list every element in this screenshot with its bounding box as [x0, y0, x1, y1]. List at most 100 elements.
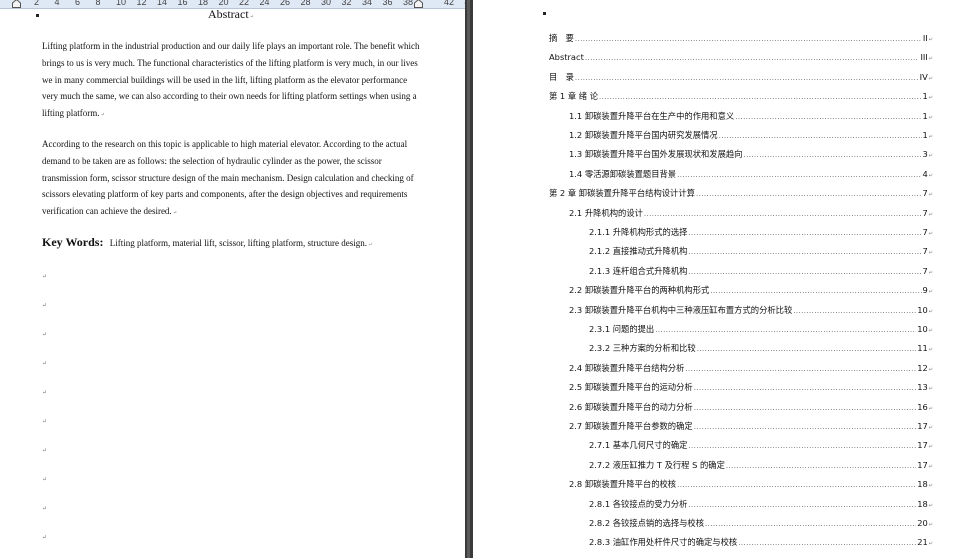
ruler-number: 20 — [218, 0, 229, 7]
toc-entry-page: 20 — [917, 518, 928, 528]
toc-entry[interactable]: 2.2 卸碳装置升降平台的两种机构形式.....................… — [569, 283, 933, 297]
toc-dot-leader: ........................................… — [643, 209, 922, 218]
toc-entry[interactable]: 2.1 升降机构的设计.............................… — [569, 206, 933, 220]
toc-entry[interactable]: 2.3.1 问题的提出.............................… — [589, 322, 933, 336]
abstract-paragraph-1[interactable]: Lifting platform in the industrial produ… — [42, 38, 422, 125]
toc-entry[interactable]: 1.1 卸碳装置升降平台在生产中的作用和意义..................… — [569, 109, 933, 123]
toc-entry[interactable]: 2.7.2 液压缸推力 T 及行程 S 的确定.................… — [589, 458, 933, 472]
toc-entry-title: 1.3 卸碳装置升降平台国外发展现状和发展趋向 — [569, 149, 743, 160]
toc-entry-title: Abstract — [549, 52, 584, 63]
keywords-label: Key Words: — [42, 235, 104, 249]
toc-entry-title: 2.6 卸碳装置升降平台的动力分析 — [569, 401, 693, 412]
toc-entry-page: 17 — [917, 440, 928, 451]
right-indent-marker-icon[interactable] — [414, 0, 423, 8]
toc-entry[interactable]: 第 1 章 绪 论...............................… — [549, 89, 933, 103]
toc-entry-page: 7 — [922, 227, 928, 237]
toc-entry[interactable]: 目 录.....................................… — [549, 70, 933, 84]
toc-dot-leader: ........................................… — [793, 306, 916, 315]
paragraph-mark: ↵ — [928, 269, 933, 276]
toc-entry-title: 2.8 卸碳装置升降平台的校核 — [569, 479, 677, 490]
toc-entry[interactable]: 2.8.1 各铰接点的受力分析.........................… — [589, 497, 933, 511]
toc-entry-page: 12 — [917, 362, 928, 373]
ruler-number: 16 — [177, 0, 188, 7]
toc-dot-leader: ........................................… — [718, 132, 922, 140]
toc-entry[interactable]: 2.1.1 升降机构形式的选择.........................… — [589, 225, 933, 239]
toc-entry-page: 1 — [922, 110, 928, 121]
toc-entry[interactable]: 1.2 卸碳装置升降平台国内研究发展情况....................… — [569, 128, 933, 142]
toc-entry-page: 17 — [917, 421, 928, 431]
toc-entry[interactable]: 2.4 卸碳装置升降平台结构分析........................… — [569, 361, 933, 375]
ruler-number: 18 — [198, 0, 209, 7]
toc-entry-page: 3 — [922, 149, 928, 160]
document-page-toc[interactable]: 摘 要.....................................… — [473, 0, 967, 558]
toc-entry[interactable]: 2.8.2 各铰接点销的选择与校核.......................… — [589, 516, 933, 530]
abstract-paragraph-2[interactable]: According to the research on this topic … — [42, 136, 422, 223]
toc-entry[interactable]: 2.3.2 三种方案的分析和比较........................… — [589, 341, 933, 355]
paragraph-mark: ↵ — [928, 75, 933, 82]
paragraph-mark: ↵ — [928, 405, 933, 412]
toc-dot-leader: ........................................… — [574, 35, 922, 43]
toc-entry-page: 10 — [917, 324, 928, 334]
toc-entry[interactable]: 2.1.3 连杆组合式升降机构.........................… — [589, 264, 933, 278]
toc-entry-page: 9 — [922, 285, 928, 296]
toc-dot-leader: ........................................… — [688, 267, 921, 276]
empty-paragraph-mark: ↵ — [42, 390, 48, 396]
abstract-heading: Abstract↵ — [208, 9, 254, 21]
ruler-number: 34 — [362, 0, 373, 7]
toc-entry[interactable]: 2.3 卸碳装置升降平台机构中三种液压缸布置方式的分析比较...........… — [569, 303, 933, 317]
toc-dot-leader: ........................................… — [738, 539, 917, 548]
toc-dot-leader: ........................................… — [584, 54, 920, 63]
paragraph-mark: ↵ — [928, 172, 933, 179]
toc-entry[interactable]: 2.8.3 油缸作用处杆件尺寸的确定与校核...................… — [589, 535, 933, 549]
toc-entry[interactable]: 1.3 卸碳装置升降平台国外发展现状和发展趋向.................… — [569, 147, 933, 161]
ruler-number: 32 — [341, 0, 352, 7]
paragraph-mark: ↵ — [928, 444, 933, 451]
horizontal-ruler[interactable]: 24681012141618202224262830323436384244 — [0, 0, 467, 9]
toc-entry[interactable]: Abstract................................… — [549, 50, 933, 64]
ruler-number: 2 — [34, 0, 40, 7]
left-indent-marker-icon[interactable] — [12, 0, 21, 8]
toc-entry-page: II — [922, 33, 928, 43]
toc-entry[interactable]: 2.1.2 直接推动式升降机构.........................… — [589, 244, 933, 258]
keywords-line[interactable]: Key Words: Lifting platform, material li… — [42, 235, 442, 250]
toc-entry-title: 目 录 — [549, 71, 574, 82]
toc-entry-page: 11 — [917, 343, 928, 354]
toc-entry[interactable]: 1.4 零活源卸碳装置题目背景.........................… — [569, 167, 933, 181]
paragraph-mark: ↵ — [928, 250, 933, 257]
toc-dot-leader: ........................................… — [725, 461, 917, 470]
toc-entry[interactable]: 第 2 章 卸碳装置升降平台结构设计计算....................… — [549, 186, 933, 200]
paragraph-mark: ↵ — [928, 56, 933, 63]
toc-entry[interactable]: 2.6 卸碳装置升降平台的动力分析.......................… — [569, 400, 933, 414]
toc-entry-page: 10 — [917, 304, 928, 315]
paragraph-mark: ↵ — [928, 211, 933, 218]
ruler-scale: 24681012141618202224262830323436384244 — [34, 0, 467, 7]
empty-paragraph-mark: ↵ — [42, 419, 48, 425]
toc-entry[interactable]: 2.8 卸碳装置升降平台的校核.........................… — [569, 477, 933, 491]
toc-entry[interactable]: 摘 要.....................................… — [549, 31, 933, 45]
toc-entry-title: 2.7 卸碳装置升降平台参数的确定 — [569, 421, 693, 431]
paragraph-mark: ↵ — [928, 347, 933, 354]
ruler-number: 28 — [300, 0, 311, 7]
paragraph-mark: ↵ — [928, 231, 933, 237]
document-page-abstract[interactable]: Abstract↵ Lifting platform in the indust… — [0, 9, 465, 558]
toc-entry-page: IV — [919, 71, 928, 82]
toc-entry-title: 1.2 卸碳装置升降平台国内研究发展情况 — [569, 130, 718, 140]
toc-dot-leader: ........................................… — [693, 384, 917, 393]
toc-entry[interactable]: 2.7.1 基本几何尺寸的确定.........................… — [589, 438, 933, 452]
ruler-number: 4 — [54, 0, 60, 7]
ruler-number: 12 — [136, 0, 147, 7]
toc-entry-title: 摘 要 — [549, 33, 574, 43]
keywords-text: Lifting platform, material lift, scissor… — [109, 238, 368, 248]
toc-entry[interactable]: 2.7 卸碳装置升降平台参数的确定.......................… — [569, 419, 933, 433]
toc-entry-page: III — [920, 52, 928, 63]
toc-entry-page: 1 — [922, 130, 928, 140]
empty-paragraph-mark: ↵ — [42, 332, 48, 338]
toc-entry-title: 2.3.2 三种方案的分析和比较 — [589, 343, 696, 354]
toc-entry-title: 第 2 章 卸碳装置升降平台结构设计计算 — [549, 188, 695, 199]
toc-dot-leader: ........................................… — [688, 442, 916, 451]
toc-entry-title: 第 1 章 绪 论 — [549, 91, 599, 102]
toc-entry[interactable]: 2.5 卸碳装置升降平台的运动分析.......................… — [569, 380, 933, 394]
empty-paragraph-mark: ↵ — [42, 477, 48, 483]
toc-dot-leader: ........................................… — [693, 423, 917, 431]
empty-paragraph-mark: ↵ — [42, 361, 48, 367]
